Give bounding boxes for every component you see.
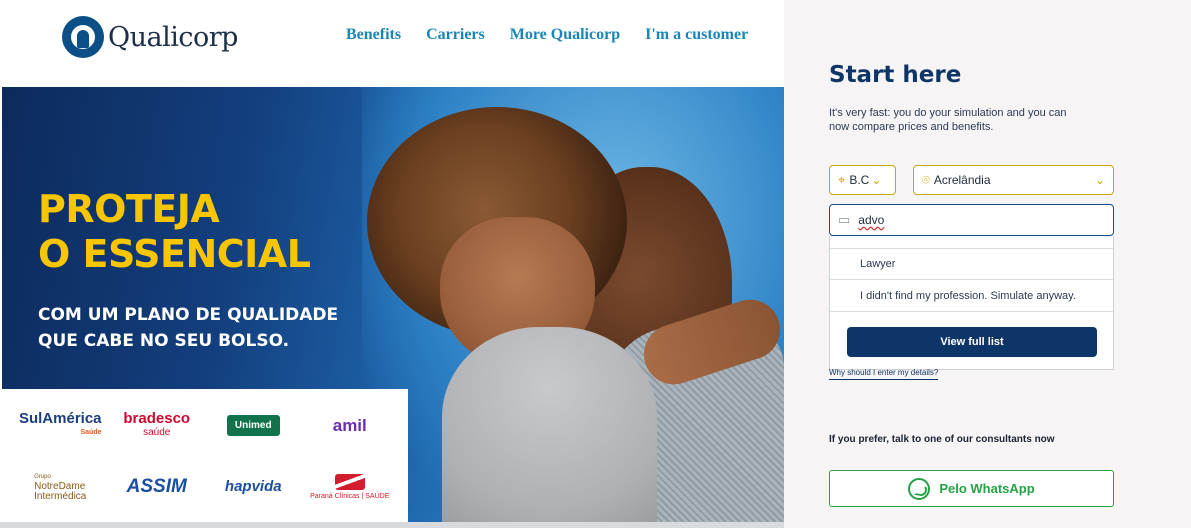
notredame-logo: Grupo NotreDame Intermédica <box>34 473 87 502</box>
assim-logo: ASSIM <box>126 475 187 497</box>
profession-input[interactable]: ▭ advo <box>829 204 1114 236</box>
whatsapp-button[interactable]: Pelo WhatsApp <box>829 470 1114 507</box>
carrier-logos: SulAmérica Saúde bradesco saúde Unimed a… <box>2 389 408 523</box>
brand-name: Qualicorp <box>108 21 238 53</box>
why-details-link[interactable]: Why should I enter my details? <box>829 368 939 380</box>
nav-more-qualicorp[interactable]: More Qualicorp <box>510 26 620 44</box>
city-select[interactable]: ⌾ Acrelândia ⌄ <box>913 165 1114 195</box>
map-marker-icon: ⌖ <box>838 172 846 187</box>
state-value: B.C <box>849 173 870 187</box>
nav-carriers[interactable]: Carriers <box>426 26 485 44</box>
girl-shirt <box>442 327 657 523</box>
nav-im-a-customer[interactable]: I'm a customer <box>645 26 748 44</box>
simulation-panel: Start here It's very fast: you do your s… <box>784 0 1191 528</box>
main-nav: Benefits Carriers More Qualicorp I'm a c… <box>346 26 748 44</box>
hero-banner: PROTEJA O ESSENCIAL COM UM PLANO DE QUAL… <box>2 87 784 523</box>
hero-subheadline: COM UM PLANO DE QUALIDADE QUE CABE NO SE… <box>38 305 339 351</box>
nav-benefits[interactable]: Benefits <box>346 26 401 44</box>
profession-dropdown: Lawyer I didn't find my profession. Simu… <box>829 236 1114 370</box>
hero-headline: PROTEJA O ESSENCIAL <box>38 187 311 276</box>
location-pin-icon: ⌾ <box>922 172 930 187</box>
option-lawyer[interactable]: Lawyer <box>830 248 1113 280</box>
qualicorp-logo-icon <box>62 16 104 58</box>
city-value: Acrelândia <box>933 173 991 187</box>
panel-title: Start here <box>829 62 962 88</box>
consultant-prompt: If you prefer, talk to one of our consul… <box>829 434 1055 445</box>
whatsapp-label: Pelo WhatsApp <box>939 481 1035 496</box>
view-full-list-button[interactable]: View full list <box>847 327 1097 357</box>
option-not-found[interactable]: I didn't find my profession. Simulate an… <box>830 280 1113 312</box>
parana-clinicas-logo: Paraná Clínicas | SAÚDE <box>310 473 389 500</box>
chevron-down-icon: ⌄ <box>871 173 882 187</box>
chevron-down-icon: ⌄ <box>1094 173 1105 187</box>
parana-flag-icon <box>334 473 365 490</box>
amil-logo: amil <box>332 415 367 435</box>
briefcase-icon: ▭ <box>838 212 851 227</box>
bradesco-logo: bradesco saúde <box>123 409 191 438</box>
footer-strip <box>0 522 784 528</box>
sulamerica-logo: SulAmérica Saúde <box>18 409 102 436</box>
state-select[interactable]: ⌖ B.C ⌄ <box>829 165 896 195</box>
profession-value: advo <box>858 213 885 227</box>
whatsapp-icon <box>908 477 931 500</box>
site-header: Qualicorp Benefits Carriers More Qualico… <box>0 0 784 87</box>
unimed-logo: Unimed <box>226 415 280 436</box>
panel-description: It's very fast: you do your simulation a… <box>829 107 1067 133</box>
hapvida-logo: hapvida <box>224 478 282 495</box>
qualicorp-logo[interactable]: Qualicorp <box>62 16 238 58</box>
